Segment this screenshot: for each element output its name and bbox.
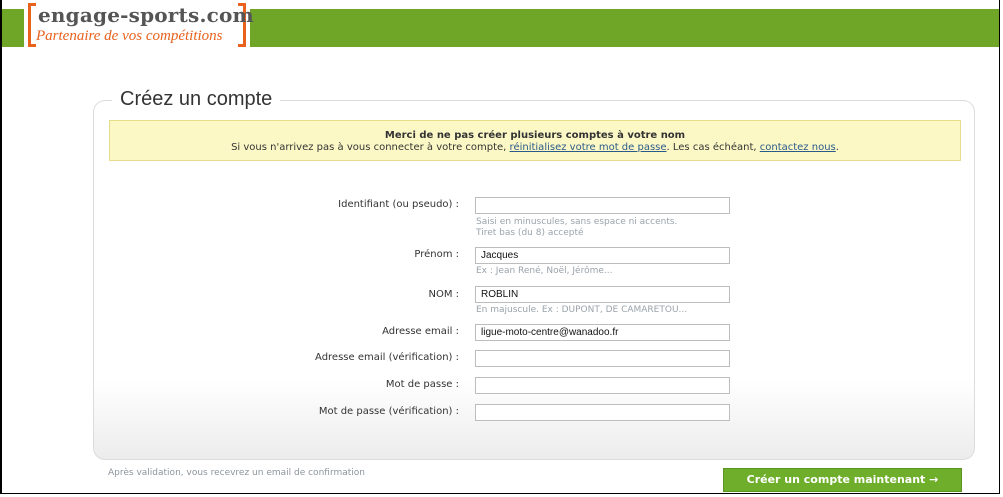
- email-confirm-input[interactable]: [475, 350, 730, 367]
- notice-headline: Merci de ne pas créer plusieurs comptes …: [384, 130, 686, 141]
- logo-bracket-left: [28, 3, 36, 47]
- lastname-label: NOM :: [428, 289, 459, 300]
- username-hint-2: Tiret bas (du 8) accepté: [476, 228, 584, 238]
- logo-title: engage-sports.com: [38, 3, 254, 27]
- password-label: Mot de passe :: [385, 379, 459, 390]
- firstname-label: Prénom :: [414, 249, 459, 260]
- notice-text-after: .: [835, 142, 839, 153]
- logo-tagline: Partenaire de vos compétitions: [36, 28, 223, 44]
- username-hint-1: Saisi en minuscules, sans espace ni acce…: [476, 217, 678, 227]
- lastname-input[interactable]: [475, 286, 730, 303]
- email-input[interactable]: [475, 324, 730, 341]
- create-account-button[interactable]: Créer un compte maintenant →: [723, 468, 962, 492]
- password-input[interactable]: [475, 377, 730, 394]
- firstname-hint: Ex : Jean René, Noël, Jérôme...: [476, 266, 613, 276]
- password-confirm-label: Mot de passe (vérification) :: [318, 406, 459, 417]
- confirmation-note: Après validation, vous recevrez un email…: [108, 468, 366, 478]
- firstname-input[interactable]: [475, 247, 730, 264]
- page-frame: engage-sports.com Partenaire de vos comp…: [0, 0, 1000, 494]
- contact-link[interactable]: contactez nous: [760, 142, 836, 153]
- password-confirm-input[interactable]: [475, 404, 730, 421]
- email-label: Adresse email :: [382, 326, 459, 337]
- username-input[interactable]: [475, 197, 730, 214]
- username-label: Identifiant (ou pseudo) :: [338, 199, 459, 210]
- page-title: Créez un compte: [112, 88, 281, 111]
- reset-password-link[interactable]: réinitialisez votre mot de passe: [510, 142, 667, 153]
- email-confirm-label: Adresse email (vérification) :: [315, 352, 459, 363]
- notice-text-before: Si vous n'arrivez pas à vous connecter à…: [231, 142, 507, 153]
- lastname-hint: En majuscule. Ex : DUPONT, DE CAMARETOU.…: [476, 305, 688, 315]
- notice-text-middle: . Les cas échéant,: [666, 142, 757, 153]
- notice-box: Merci de ne pas créer plusieurs comptes …: [109, 120, 961, 161]
